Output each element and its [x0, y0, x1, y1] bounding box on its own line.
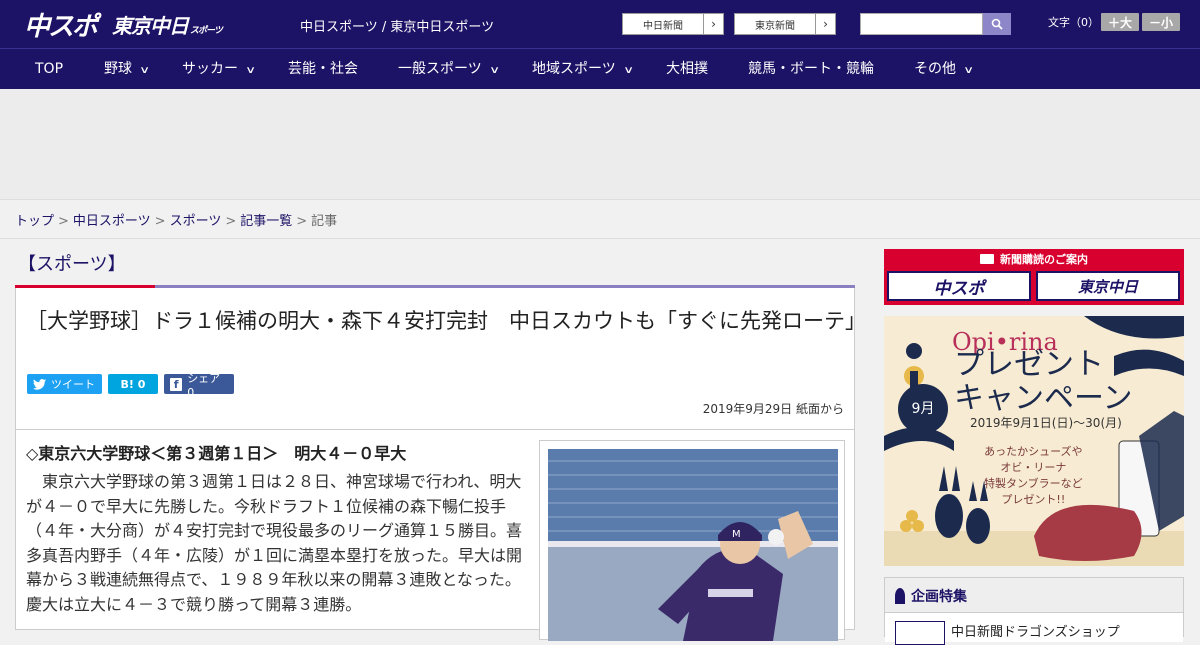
chevron-down-icon: ∨ [245, 65, 257, 76]
feature-section: 企画特集 中日新聞ドラゴンズショップ [884, 577, 1184, 645]
nav-item-label: 競馬・ボート・競輪 [748, 61, 874, 77]
top-header: 中スポ 東京中日 スポーツ 中日スポーツ / 東京中日スポーツ 中日新聞 › 東京… [0, 0, 1200, 48]
facebook-share-label: シェア 0 [187, 371, 221, 399]
nav-item-regional-sports[interactable]: 地域スポーツ ∨ [532, 49, 634, 90]
article-text: 東京六大学野球の第３週第１日は２８日、神宮球場で行われ、明大が４－０で早大に先勝… [26, 472, 523, 614]
tokyo-shimbun-link[interactable]: 東京新聞 › [734, 13, 836, 35]
nav-item-sumo[interactable]: 大相撲 [666, 49, 708, 90]
ad-title: プレゼント キャンペーン [954, 348, 1133, 416]
ad-copy: あったかシューズや オビ・リーナ 特製タンブラーなど プレゼント!! [984, 444, 1083, 508]
nav-item-label: 地域スポーツ [532, 61, 616, 77]
chunichi-shimbun-link[interactable]: 中日新聞 › [622, 13, 724, 35]
tokyo-chunichi-logo-small: スポーツ [190, 26, 223, 36]
nav-item-baseball[interactable]: 野球 ∨ [104, 49, 151, 90]
chevron-down-icon: ∨ [622, 65, 634, 76]
facebook-icon: f [170, 377, 183, 391]
nav-item-label: サッカー [182, 61, 238, 77]
nav-item-label: 野球 [104, 61, 132, 77]
chevron-down-icon: ∨ [488, 65, 500, 76]
subscribe-chuspo-logo[interactable]: 中スポ [887, 271, 1031, 301]
breadcrumb-sports[interactable]: スポーツ [170, 214, 222, 229]
tweet-label: ツイート [51, 378, 95, 391]
article-category: 【スポーツ】 [18, 254, 126, 275]
subscription-label-text: 新聞購読のご案内 [1000, 253, 1088, 266]
tokyo-chunichi-logo[interactable]: 東京中日 スポーツ [112, 10, 223, 39]
hatena-bookmark-button[interactable]: B! 0 [108, 374, 158, 394]
breadcrumb-top[interactable]: トップ [15, 214, 54, 229]
font-larger-button[interactable]: ＋大 [1101, 13, 1139, 31]
search-input[interactable] [860, 13, 983, 35]
facebook-share-button[interactable]: f シェア 0 [164, 372, 234, 399]
breadcrumb-current: 記事 [311, 214, 338, 229]
chevron-right-icon: › [703, 14, 723, 34]
breadcrumb-separator: > [225, 214, 237, 229]
nav-item-label: その他 [914, 61, 956, 77]
nav-item-general-sports[interactable]: 一般スポーツ ∨ [398, 49, 500, 90]
tweet-button[interactable]: ツイート [27, 374, 102, 394]
search-icon [991, 18, 1003, 30]
article-header: ［大学野球］ドラ１候補の明大・森下４安打完封 中日スカウトも「すぐに先発ローテ」… [15, 288, 866, 430]
nav-item-label: 大相撲 [666, 61, 708, 77]
font-smaller-button[interactable]: －小 [1142, 13, 1180, 31]
nav-item-label: TOP [35, 61, 64, 77]
breadcrumb-separator: > [154, 214, 166, 229]
article-body: ◇東京六大学野球＜第３週第１日＞ 明大４－０早大 東京六大学野球の第３週第１日は… [15, 430, 855, 641]
ad-title-line1: プレゼント [954, 347, 1104, 382]
nav-item-soccer[interactable]: サッカー ∨ [182, 49, 257, 90]
nav-item-label: 芸能・社会 [288, 61, 358, 77]
chevron-right-icon: › [815, 14, 835, 34]
sidebar-advertisement[interactable]: Opi•rina プレゼント キャンペーン 9月 2019年9月1日(日)〜30(… [884, 316, 1184, 566]
ad-copy-line2: オビ・リーナ [1000, 461, 1067, 474]
feature-item[interactable]: 中日新聞ドラゴンズショップ [885, 612, 1183, 645]
twitter-bird-icon [33, 378, 46, 390]
feature-title-text: 企画特集 [911, 589, 967, 605]
site-title: 中日スポーツ / 東京中日スポーツ [300, 20, 495, 35]
subscription-label: 新聞購読のご案内 [884, 251, 1184, 267]
breadcrumb: トップ > 中日スポーツ > スポーツ > 記事一覧 > 記事 [0, 200, 1200, 239]
chevron-down-icon: ∨ [139, 65, 151, 76]
subscribe-tokyo-chunichi-logo[interactable]: 東京中日 [1036, 271, 1180, 301]
nav-item-label: 一般スポーツ [398, 61, 482, 77]
breadcrumb-separator: > [58, 214, 69, 229]
article-photo: M [548, 449, 838, 641]
chunichi-shimbun-label: 中日新聞 [643, 20, 683, 32]
chevron-down-icon: ∨ [963, 65, 975, 76]
article-date: 2019年9月29日 紙面から [702, 402, 844, 416]
breadcrumb-article-list[interactable]: 記事一覧 [240, 214, 292, 229]
tokyo-chunichi-logo-text: 東京中日 [112, 14, 189, 38]
breadcrumb-separator: > [296, 214, 308, 229]
ad-copy-line3: 特製タンブラーなど [984, 477, 1083, 490]
svg-text:M: M [732, 529, 741, 540]
subscription-banner[interactable]: 新聞購読のご案内 中スポ 東京中日 [884, 249, 1184, 305]
tokyo-shimbun-label: 東京新聞 [755, 20, 795, 32]
main-nav: TOP 野球 ∨ サッカー ∨ 芸能・社会 一般スポーツ ∨ 地域スポーツ ∨ 大相撲 … [0, 48, 1200, 89]
chuspo-logo[interactable]: 中スポ [24, 6, 98, 43]
pitcher-photo-image: M [548, 449, 838, 641]
ribbon-icon [895, 588, 905, 604]
font-size-label: 文字（0） [1048, 16, 1099, 29]
nav-item-racing[interactable]: 競馬・ボート・競輪 [748, 49, 874, 90]
article-headline: ［大学野球］ドラ１候補の明大・森下４安打完封 中日スカウトも「すぐに先発ローテ」 [26, 309, 866, 333]
ad-copy-line4: プレゼント!! [1001, 493, 1066, 506]
search-button[interactable] [983, 13, 1011, 35]
feature-thumbnail [895, 621, 945, 645]
ad-banner-area [0, 89, 1200, 200]
newspaper-icon [980, 254, 994, 264]
ad-dates: 2019年9月1日(日)〜30(月) [970, 416, 1122, 430]
nav-item-entertainment[interactable]: 芸能・社会 [288, 49, 358, 90]
nav-item-other[interactable]: その他 ∨ [914, 49, 975, 90]
nav-item-top[interactable]: TOP [35, 49, 63, 90]
feature-item-label: 中日新聞ドラゴンズショップ [951, 625, 1120, 640]
article-photo-frame[interactable]: M [539, 440, 845, 641]
ad-title-line2: キャンペーン [954, 381, 1133, 416]
breadcrumb-chunichi-sports[interactable]: 中日スポーツ [73, 214, 151, 229]
feature-title: 企画特集 [895, 586, 967, 606]
hatena-bookmark-label: B! 0 [120, 377, 146, 391]
ad-month-badge: 9月 [898, 384, 948, 434]
ad-copy-line1: あったかシューズや [984, 445, 1083, 458]
article-subhead: ◇東京六大学野球＜第３週第１日＞ 明大４－０早大 [26, 444, 407, 463]
